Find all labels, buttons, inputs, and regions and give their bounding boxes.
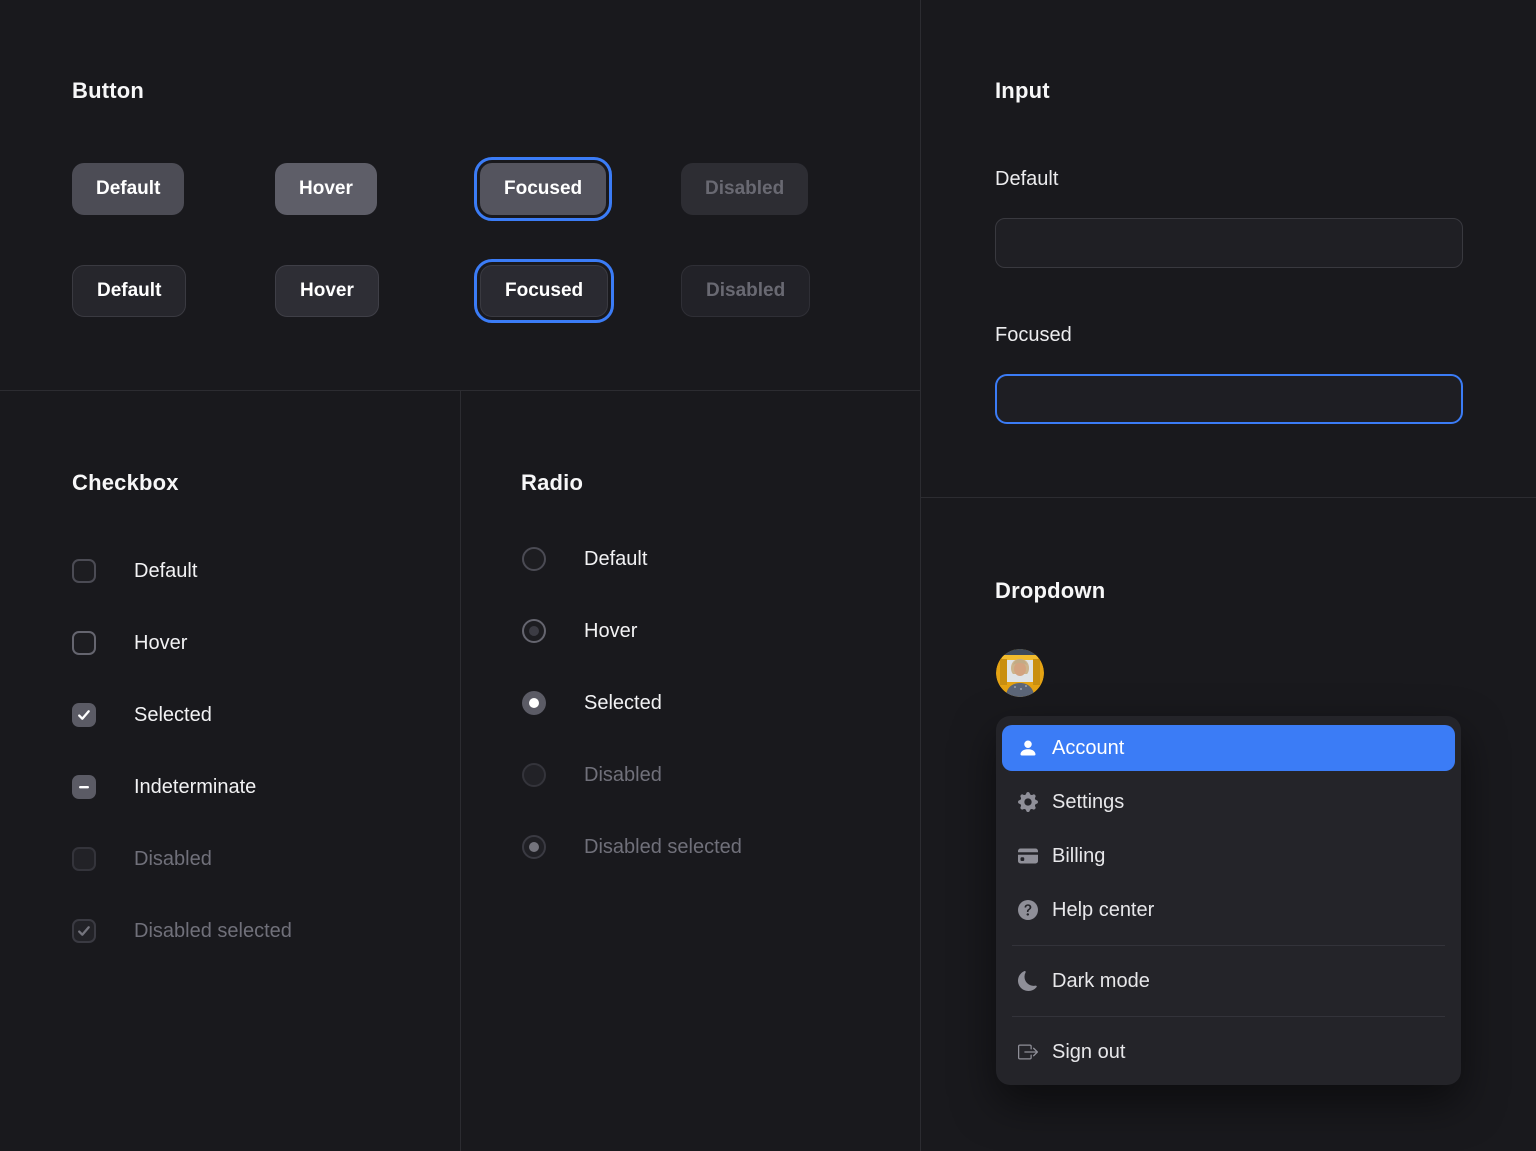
indeterminate-dash-icon — [76, 779, 92, 795]
radio-hover[interactable] — [522, 619, 546, 643]
menu-item-label: Help center — [1052, 899, 1154, 922]
checkbox-section-title: Checkbox — [72, 470, 179, 496]
button-primary-default[interactable]: Default — [72, 163, 184, 215]
menu-item-label: Settings — [1052, 791, 1124, 814]
dropdown-section-title: Dropdown — [995, 578, 1105, 604]
gear-icon — [1018, 792, 1038, 812]
checkbox-hover[interactable] — [72, 631, 96, 655]
checkbox-label: Hover — [134, 632, 187, 655]
radio-disabled — [522, 763, 546, 787]
vertical-divider-main — [920, 0, 921, 1151]
menu-item-sign-out[interactable]: Sign out — [1002, 1025, 1455, 1079]
radio-section-title: Radio — [521, 470, 583, 496]
radio-selected[interactable] — [522, 691, 546, 715]
radio-label: Hover — [584, 620, 637, 643]
component-library-page: Button Default Hover Focused Disabled De… — [0, 0, 1536, 1151]
checkbox-selected[interactable] — [72, 703, 96, 727]
help-circle-icon — [1018, 900, 1038, 920]
checkbox-row-disabled: Disabled — [72, 847, 212, 871]
radio-disabled-selected — [522, 835, 546, 859]
checkbox-row-indeterminate: Indeterminate — [72, 775, 256, 799]
input-section-title: Input — [995, 78, 1050, 104]
credit-card-icon — [1018, 846, 1038, 866]
button-primary-hover[interactable]: Hover — [275, 163, 377, 215]
menu-item-label: Account — [1052, 737, 1124, 760]
checkbox-indeterminate[interactable] — [72, 775, 96, 799]
button-section-title: Button — [72, 78, 144, 104]
input-default[interactable] — [995, 218, 1463, 268]
checkbox-default[interactable] — [72, 559, 96, 583]
checkbox-label: Default — [134, 560, 197, 583]
menu-item-account[interactable]: Account — [1002, 725, 1455, 771]
checkbox-row-selected: Selected — [72, 703, 212, 727]
button-secondary-default[interactable]: Default — [72, 265, 186, 317]
radio-row-disabled-selected: Disabled selected — [522, 835, 742, 859]
radio-row-default: Default — [522, 547, 647, 571]
check-icon — [76, 923, 92, 939]
checkbox-row-default: Default — [72, 559, 197, 583]
menu-item-billing[interactable]: Billing — [1002, 829, 1455, 883]
checkbox-label: Selected — [134, 704, 212, 727]
menu-item-settings[interactable]: Settings — [1002, 775, 1455, 829]
checkbox-label: Disabled selected — [134, 920, 292, 943]
radio-label: Disabled — [584, 764, 662, 787]
button-secondary-hover[interactable]: Hover — [275, 265, 379, 317]
button-primary-disabled: Disabled — [681, 163, 808, 215]
radio-row-disabled: Disabled — [522, 763, 662, 787]
checkbox-disabled — [72, 847, 96, 871]
radio-label: Disabled selected — [584, 836, 742, 859]
radio-row-selected: Selected — [522, 691, 662, 715]
button-secondary-focused[interactable]: Focused — [480, 265, 608, 317]
checkbox-label: Indeterminate — [134, 776, 256, 799]
sign-out-icon — [1018, 1042, 1038, 1062]
horizontal-divider-right — [921, 497, 1536, 498]
menu-item-dark-mode[interactable]: Dark mode — [1002, 954, 1455, 1008]
menu-item-help-center[interactable]: Help center — [1002, 883, 1455, 937]
check-icon — [76, 707, 92, 723]
radio-default[interactable] — [522, 547, 546, 571]
radio-label: Selected — [584, 692, 662, 715]
button-secondary-disabled: Disabled — [681, 265, 810, 317]
vertical-divider-left — [460, 390, 461, 1151]
menu-divider — [1012, 1016, 1445, 1017]
user-icon — [1018, 738, 1038, 758]
checkbox-row-hover: Hover — [72, 631, 187, 655]
moon-icon — [1018, 971, 1038, 991]
avatar[interactable] — [996, 649, 1044, 697]
input-focused[interactable] — [995, 374, 1463, 424]
menu-item-label: Dark mode — [1052, 970, 1150, 993]
avatar-photo — [996, 649, 1044, 697]
checkbox-disabled-selected — [72, 919, 96, 943]
radio-row-hover: Hover — [522, 619, 637, 643]
checkbox-label: Disabled — [134, 848, 212, 871]
input-default-label: Default — [995, 168, 1058, 191]
button-primary-focused[interactable]: Focused — [480, 163, 606, 215]
input-focused-label: Focused — [995, 324, 1072, 347]
menu-divider — [1012, 945, 1445, 946]
menu-item-label: Sign out — [1052, 1041, 1125, 1064]
menu-item-label: Billing — [1052, 845, 1105, 868]
dropdown-menu: Account Settings Billing Help center — [996, 716, 1461, 1085]
radio-label: Default — [584, 548, 647, 571]
checkbox-row-disabled-selected: Disabled selected — [72, 919, 292, 943]
